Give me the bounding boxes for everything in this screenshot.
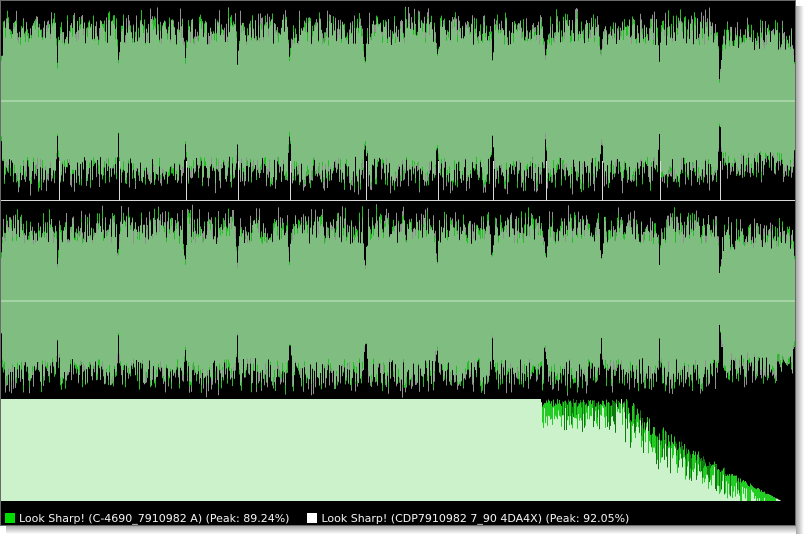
legend-bar: Look Sharp! (C-4690_7910982 A) (Peak: 89… [1, 509, 795, 525]
left-channel [1, 6, 795, 196]
track-a-swatch [5, 513, 15, 523]
legend-item-track-b: Look Sharp! (CDP7910982 7_90 4DA4X) (Pea… [307, 512, 629, 525]
waveform-comparison-window: Look Sharp! (C-4690_7910982 A) (Peak: 89… [0, 0, 796, 526]
track-a-label: Look Sharp! (C-4690_7910982 A) (Peak: 89… [19, 511, 290, 525]
track-b-label: Look Sharp! (CDP7910982 7_90 4DA4X) (Pea… [321, 511, 630, 525]
stereo-waveform-view [1, 6, 795, 398]
right-channel [1, 204, 795, 398]
spectrum-fill [1, 399, 781, 501]
track-b-swatch [307, 513, 318, 523]
legend-item-track-a: Look Sharp! (C-4690_7910982 A) (Peak: 89… [5, 512, 289, 525]
spectrum-view [1, 399, 781, 501]
